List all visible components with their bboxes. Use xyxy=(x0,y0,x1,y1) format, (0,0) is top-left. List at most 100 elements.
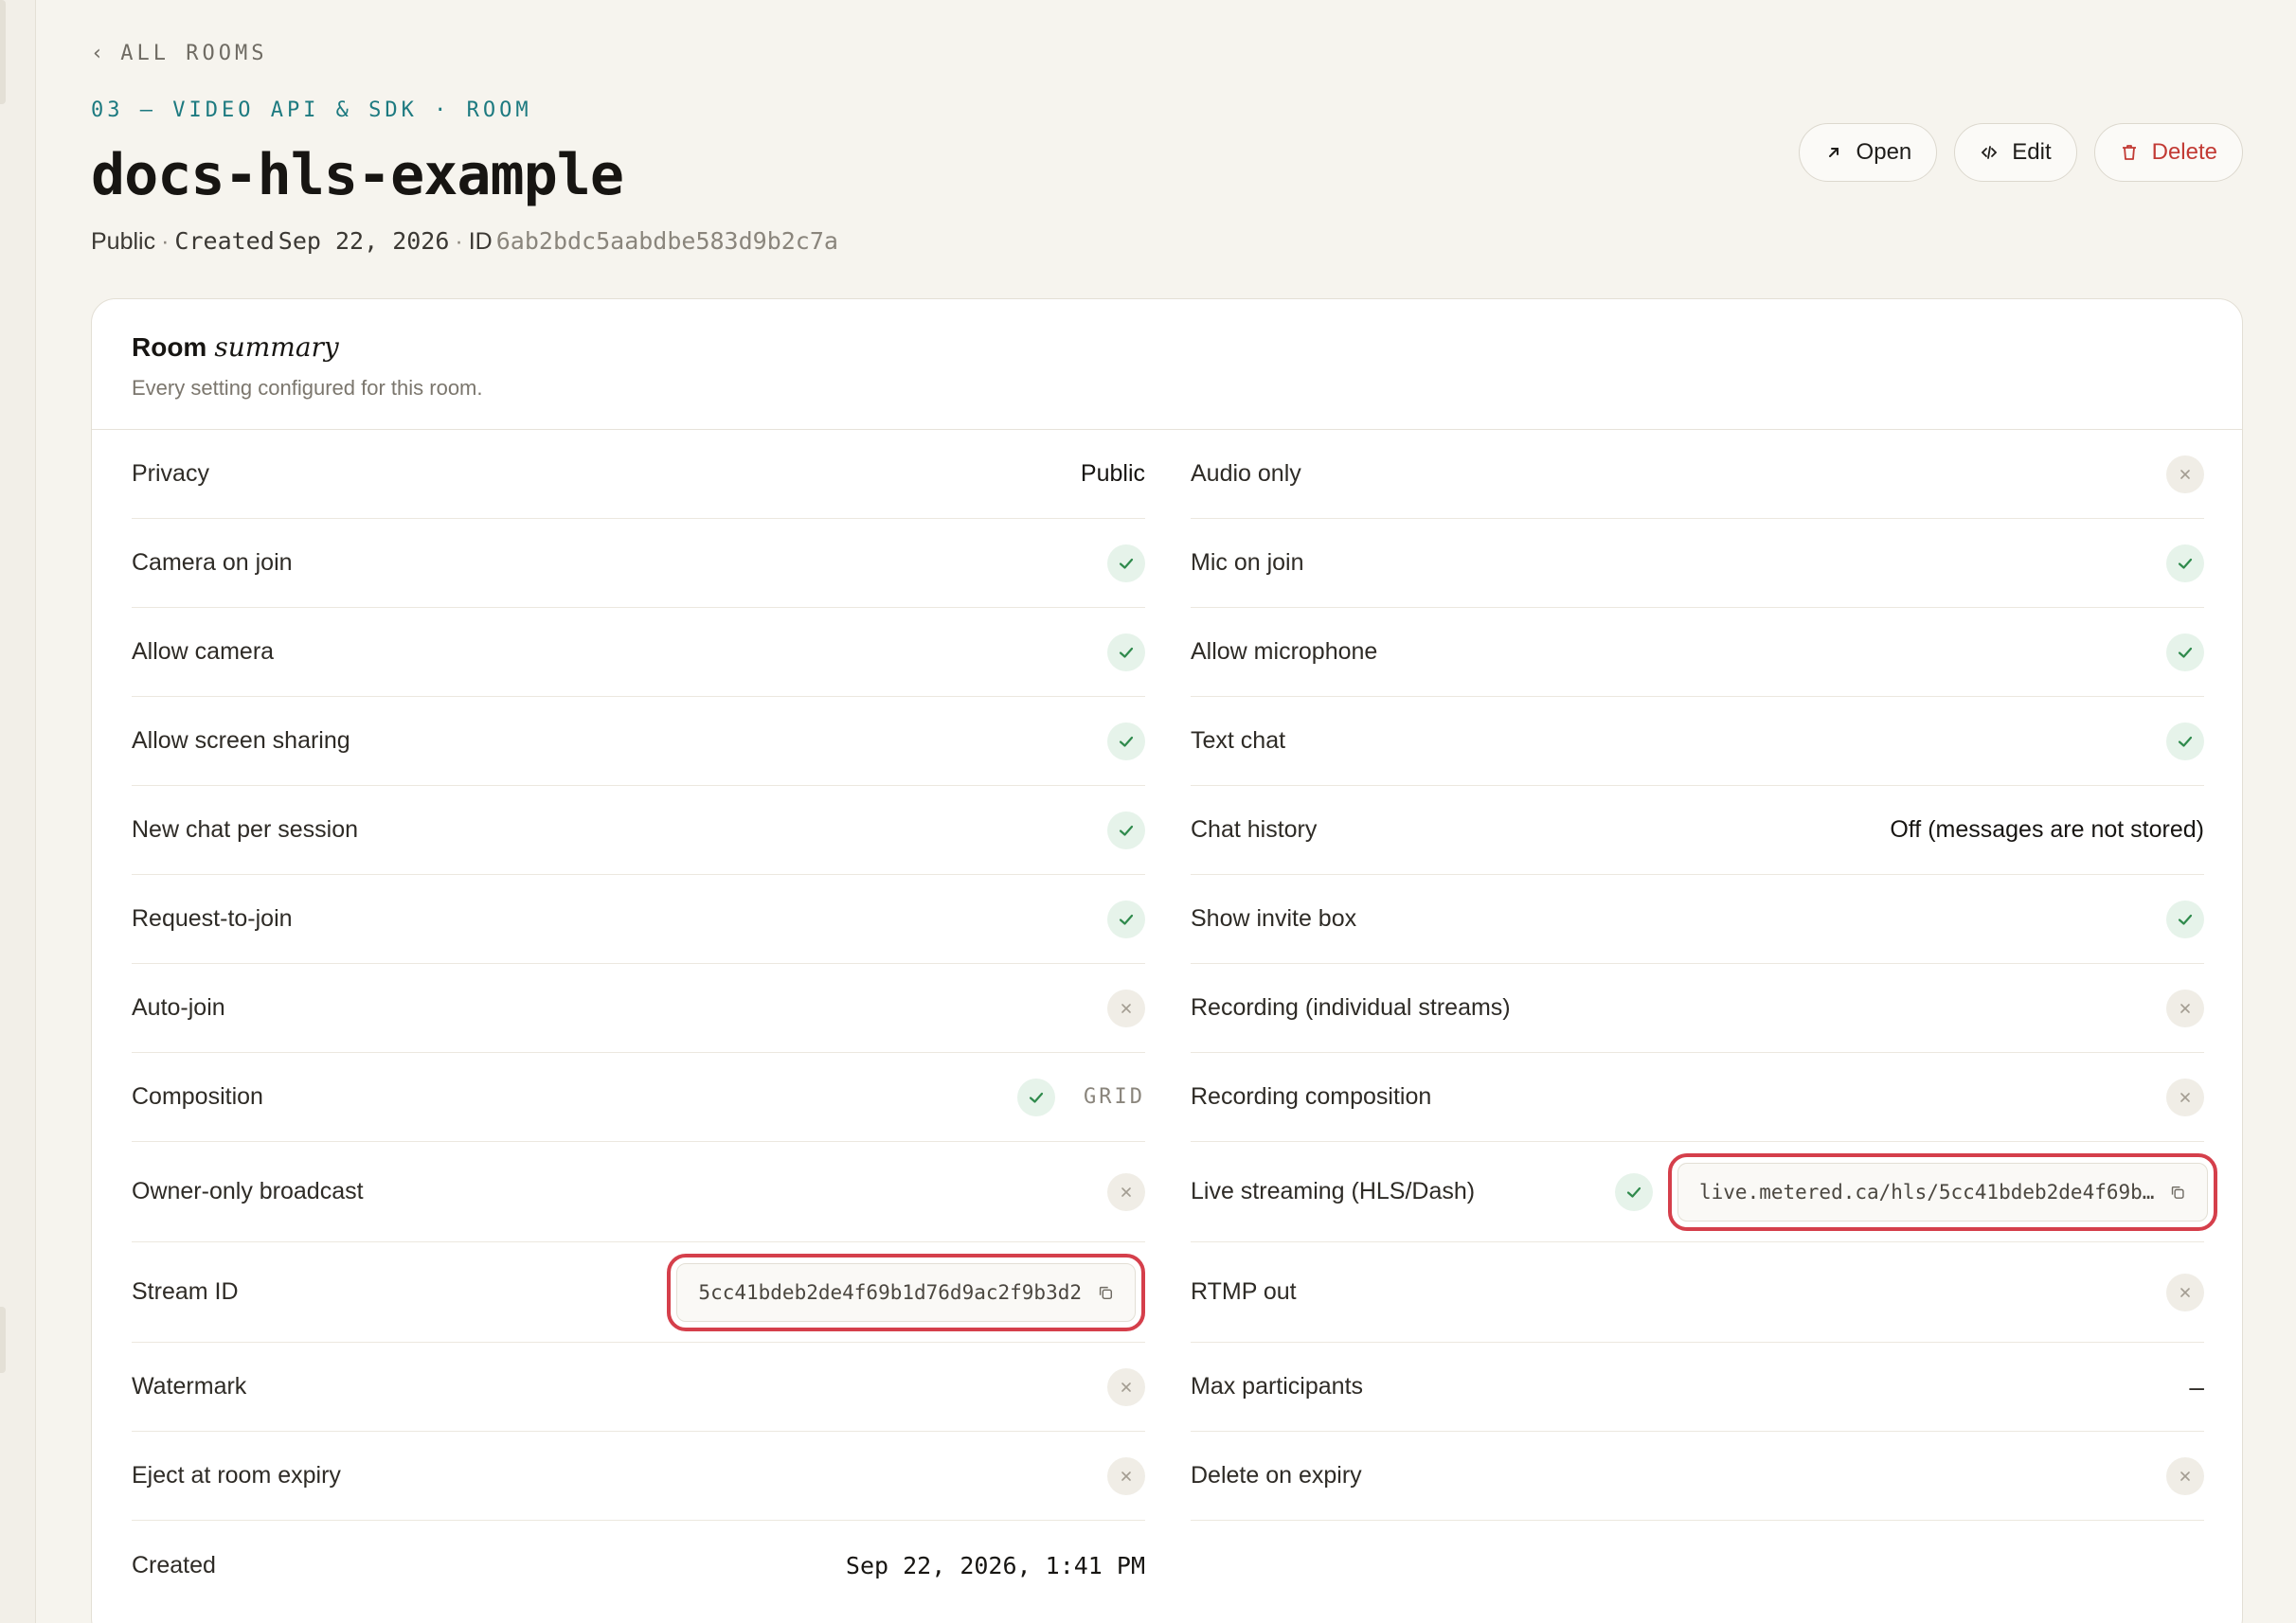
setting-label: Auto-join xyxy=(132,994,225,1021)
stream-id-copy-chip[interactable]: 5cc41bdeb2de4f69b1d76d9ac2f9b3d2 xyxy=(676,1262,1136,1322)
composition-tag: GRID xyxy=(1084,1085,1145,1109)
setting-row-audio-only: Audio only xyxy=(1191,430,2204,519)
setting-label: Recording (individual streams) xyxy=(1191,994,1511,1021)
check-icon xyxy=(1107,544,1145,582)
delete-button-label: Delete xyxy=(2151,139,2217,165)
setting-label: Request-to-join xyxy=(132,905,293,932)
setting-label: Text chat xyxy=(1191,727,1286,754)
setting-row-allow-screen-sharing: Allow screen sharing xyxy=(132,697,1145,786)
setting-label: New chat per session xyxy=(132,816,359,843)
setting-row-show-invite-box: Show invite box xyxy=(1191,875,2204,964)
page-title: docs-hls-example xyxy=(91,142,624,208)
live-streaming-url-copy-chip[interactable]: live.metered.ca/hls/5cc41bdeb2de4f69b… xyxy=(1677,1162,2208,1222)
setting-row-recording-individual: Recording (individual streams) xyxy=(1191,964,2204,1053)
created-label: Created xyxy=(174,227,275,255)
stream-id-value: 5cc41bdeb2de4f69b1d76d9ac2f9b3d2 xyxy=(698,1280,1082,1304)
setting-row-request-to-join: Request-to-join xyxy=(132,875,1145,964)
setting-row-allow-microphone: Allow microphone xyxy=(1191,608,2204,697)
setting-label: Eject at room expiry xyxy=(132,1462,341,1489)
live-streaming-url: live.metered.ca/hls/5cc41bdeb2de4f69b… xyxy=(1699,1180,2155,1204)
setting-label: Allow microphone xyxy=(1191,638,1378,665)
setting-label: Camera on join xyxy=(132,549,293,576)
delete-button[interactable]: Delete xyxy=(2093,123,2243,182)
check-icon xyxy=(2166,544,2204,582)
back-link[interactable]: ‹ ALL ROOMS xyxy=(91,42,267,65)
setting-row-live-streaming: Live streaming (HLS/Dash) live.metered.c… xyxy=(1191,1142,2217,1242)
check-icon xyxy=(2166,900,2204,938)
edit-button-label: Edit xyxy=(2012,139,2052,165)
meta-separator: · xyxy=(455,228,463,255)
back-link-label: ALL ROOMS xyxy=(120,42,268,65)
setting-row-stream-id: Stream ID 5cc41bdeb2de4f69b1d76d9ac2f9b3… xyxy=(132,1242,1145,1343)
setting-label: Audio only xyxy=(1191,460,1301,487)
privacy-meta: Public xyxy=(91,228,156,255)
check-icon xyxy=(2166,633,2204,671)
card-title-strong: Room xyxy=(132,332,207,362)
rail-tab-bottom[interactable] xyxy=(0,1307,6,1373)
setting-row-mic-on-join: Mic on join xyxy=(1191,519,2204,608)
setting-value: Sep 22, 2026, 1:41 PM xyxy=(845,1551,1145,1579)
check-icon xyxy=(1017,1078,1056,1116)
check-icon xyxy=(1107,722,1145,760)
setting-label: Watermark xyxy=(132,1373,247,1400)
room-id: 6ab2bdc5aabdbe583d9b2c7a xyxy=(495,227,838,255)
setting-label: Allow screen sharing xyxy=(132,727,350,754)
setting-label: Chat history xyxy=(1191,816,1318,843)
header-actions: Open Edit Delete xyxy=(1798,123,2243,182)
setting-row-rtmp-out: RTMP out xyxy=(1191,1242,2204,1343)
open-button[interactable]: Open xyxy=(1798,123,1938,182)
setting-label: Owner-only broadcast xyxy=(132,1178,364,1204)
check-icon xyxy=(1107,900,1145,938)
open-button-label: Open xyxy=(1856,139,1912,165)
setting-row-chat-history: Chat history Off (messages are not store… xyxy=(1191,786,2204,875)
setting-row-privacy: Privacy Public xyxy=(132,430,1145,519)
setting-row-owner-only-broadcast: Owner-only broadcast xyxy=(132,1142,1145,1242)
x-icon xyxy=(2166,455,2204,493)
setting-row-max-participants: Max participants – xyxy=(1191,1343,2204,1432)
card-subtitle: Every setting configured for this room. xyxy=(132,376,483,400)
id-label: ID xyxy=(468,228,493,255)
setting-row-eject-at-room-expiry: Eject at room expiry xyxy=(132,1432,1145,1521)
x-icon xyxy=(1107,989,1145,1027)
setting-row-created: Created Sep 22, 2026, 1:41 PM xyxy=(132,1521,1145,1610)
edit-button[interactable]: Edit xyxy=(1954,123,2077,182)
check-icon xyxy=(2166,722,2204,760)
trash-icon xyxy=(2122,145,2136,160)
x-icon xyxy=(1107,1367,1145,1406)
setting-label: Recording composition xyxy=(1191,1083,1432,1110)
left-rail xyxy=(0,0,36,1623)
setting-label: Delete on expiry xyxy=(1191,1462,1362,1489)
setting-row-camera-on-join: Camera on join xyxy=(132,519,1145,608)
card-title: Room summary xyxy=(132,331,2242,363)
copy-icon[interactable] xyxy=(2169,1184,2186,1201)
chevron-left-icon: ‹ xyxy=(91,42,108,65)
created-date: Sep 22, 2026 xyxy=(278,227,450,255)
setting-label: Show invite box xyxy=(1191,905,1357,932)
setting-row-text-chat: Text chat xyxy=(1191,697,2204,786)
meta-separator: · xyxy=(161,228,170,255)
meta-line: Public · Created Sep 22, 2026 · ID 6ab2b… xyxy=(91,227,838,256)
x-icon xyxy=(1107,1456,1145,1495)
setting-label: Max participants xyxy=(1191,1373,1364,1400)
setting-label: Privacy xyxy=(132,460,209,487)
live-streaming-value-group: live.metered.ca/hls/5cc41bdeb2de4f69b… xyxy=(1615,1152,2217,1231)
check-icon xyxy=(1107,811,1145,849)
setting-row-new-chat-per-session: New chat per session xyxy=(132,786,1145,875)
x-icon xyxy=(2166,1078,2204,1116)
room-summary-card: Room summary Every setting configured fo… xyxy=(91,298,2243,1623)
x-icon xyxy=(2166,1273,2204,1311)
card-header: Room summary Every setting configured fo… xyxy=(92,299,2242,430)
setting-label: RTMP out xyxy=(1191,1278,1297,1305)
card-title-em: summary xyxy=(214,331,339,363)
setting-label: Live streaming (HLS/Dash) xyxy=(1191,1178,1476,1204)
setting-label: Mic on join xyxy=(1191,549,1304,576)
setting-label: Created xyxy=(132,1551,216,1578)
composition-value-group: GRID xyxy=(1017,1078,1145,1116)
rail-tab-top[interactable] xyxy=(0,0,6,104)
arrow-up-right-icon xyxy=(1828,148,1839,157)
copy-icon[interactable] xyxy=(1097,1284,1114,1301)
x-icon xyxy=(2166,1456,2204,1495)
setting-value: – xyxy=(2189,1371,2204,1401)
highlight-box: live.metered.ca/hls/5cc41bdeb2de4f69b… xyxy=(1668,1152,2217,1231)
setting-row-watermark: Watermark xyxy=(132,1343,1145,1432)
